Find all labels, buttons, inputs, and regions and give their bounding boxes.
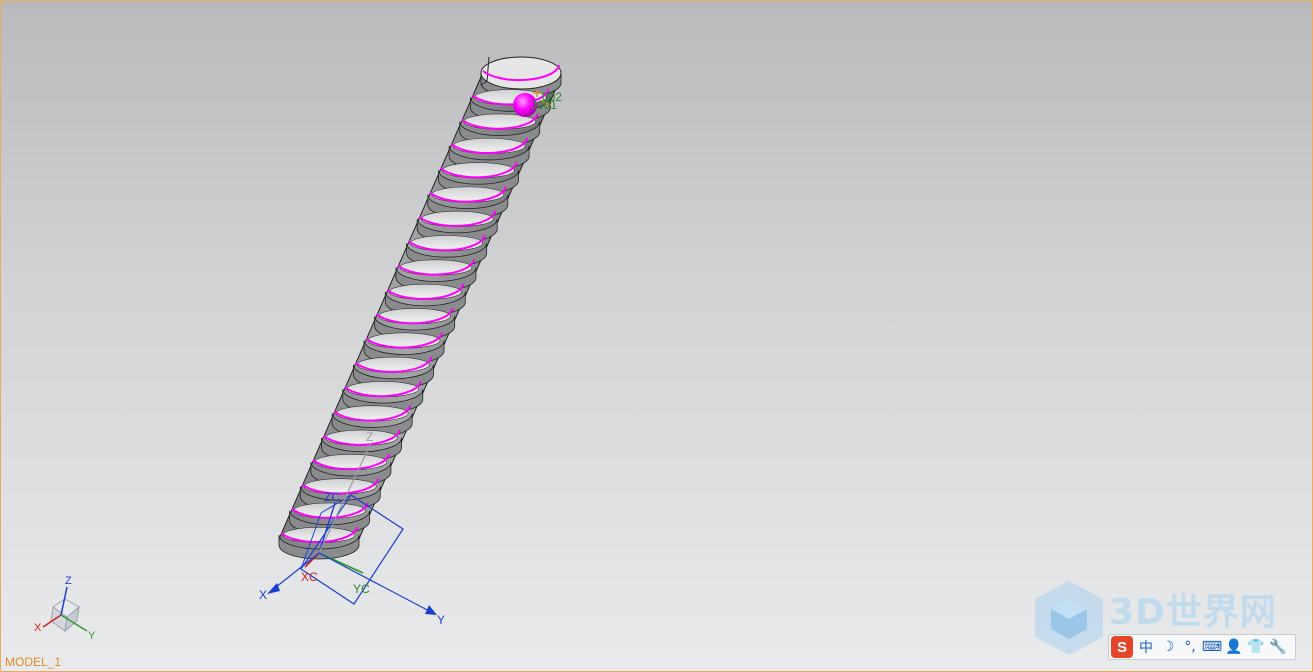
thread-flank bbox=[420, 210, 494, 227]
abs-x-label: X bbox=[259, 588, 267, 602]
model-scene[interactable]: 002 J001 ZC YC XC Z X Y Z X Y bbox=[1, 1, 1313, 672]
ime-moon-icon[interactable]: ☽ bbox=[1157, 636, 1179, 658]
thread-flank bbox=[410, 235, 483, 252]
abs-y-axis bbox=[318, 552, 434, 614]
wcs-zc-label: ZC bbox=[324, 490, 340, 504]
graphics-viewport[interactable]: 002 J001 ZC YC XC Z X Y Z X Y MODEL_1 3D… bbox=[0, 0, 1313, 672]
wcs-yc-label: YC bbox=[353, 582, 370, 596]
thread-flank bbox=[378, 308, 451, 325]
model-name-label: MODEL_1 bbox=[5, 655, 62, 669]
threaded-rod[interactable] bbox=[278, 65, 562, 560]
thread-flank bbox=[431, 186, 505, 203]
rod-top-face bbox=[480, 56, 562, 90]
thread-flank bbox=[399, 259, 473, 276]
ime-logo-icon[interactable]: S bbox=[1111, 636, 1133, 658]
ime-chinese-mode-button[interactable]: 中 bbox=[1135, 636, 1157, 658]
ime-punctuation-button[interactable]: °, bbox=[1179, 636, 1201, 658]
thread-flank bbox=[335, 405, 409, 422]
watermark-text: 3D世界网 bbox=[1109, 592, 1277, 633]
thread-flank bbox=[303, 478, 377, 495]
ime-skin-icon[interactable]: 👕 bbox=[1245, 636, 1267, 658]
thread-flank bbox=[282, 526, 356, 543]
thread-flank bbox=[357, 356, 430, 373]
wcs-xc-label: XC bbox=[301, 570, 318, 584]
point-label-2: J001 bbox=[531, 98, 557, 112]
ime-toolbar[interactable]: S 中 ☽ °, ⌨ 👤 👕 🔧 bbox=[1108, 634, 1296, 660]
thread-flank bbox=[389, 283, 462, 300]
triad-y-label: Y bbox=[88, 630, 96, 642]
ime-settings-wrench-icon[interactable]: 🔧 bbox=[1267, 636, 1289, 658]
triad-z-label: Z bbox=[65, 575, 72, 587]
abs-y-arrow bbox=[425, 605, 437, 615]
thread-flank bbox=[293, 502, 366, 519]
thread-flank bbox=[325, 429, 398, 446]
abs-x-arrow bbox=[267, 583, 280, 594]
ime-user-icon[interactable]: 👤 bbox=[1223, 636, 1245, 658]
view-triad[interactable]: Z X Y bbox=[34, 575, 96, 642]
cube-logo-icon bbox=[1035, 581, 1103, 655]
thread-flank bbox=[452, 137, 526, 154]
abs-y-label: Y bbox=[437, 613, 445, 627]
ime-keyboard-icon[interactable]: ⌨ bbox=[1201, 636, 1223, 658]
thread-flank bbox=[367, 332, 441, 349]
thread-flank bbox=[346, 381, 420, 398]
abs-z-label: Z bbox=[366, 430, 373, 444]
thread-flank bbox=[314, 454, 388, 471]
thread-flank bbox=[442, 162, 515, 179]
triad-x-label: X bbox=[34, 622, 42, 634]
